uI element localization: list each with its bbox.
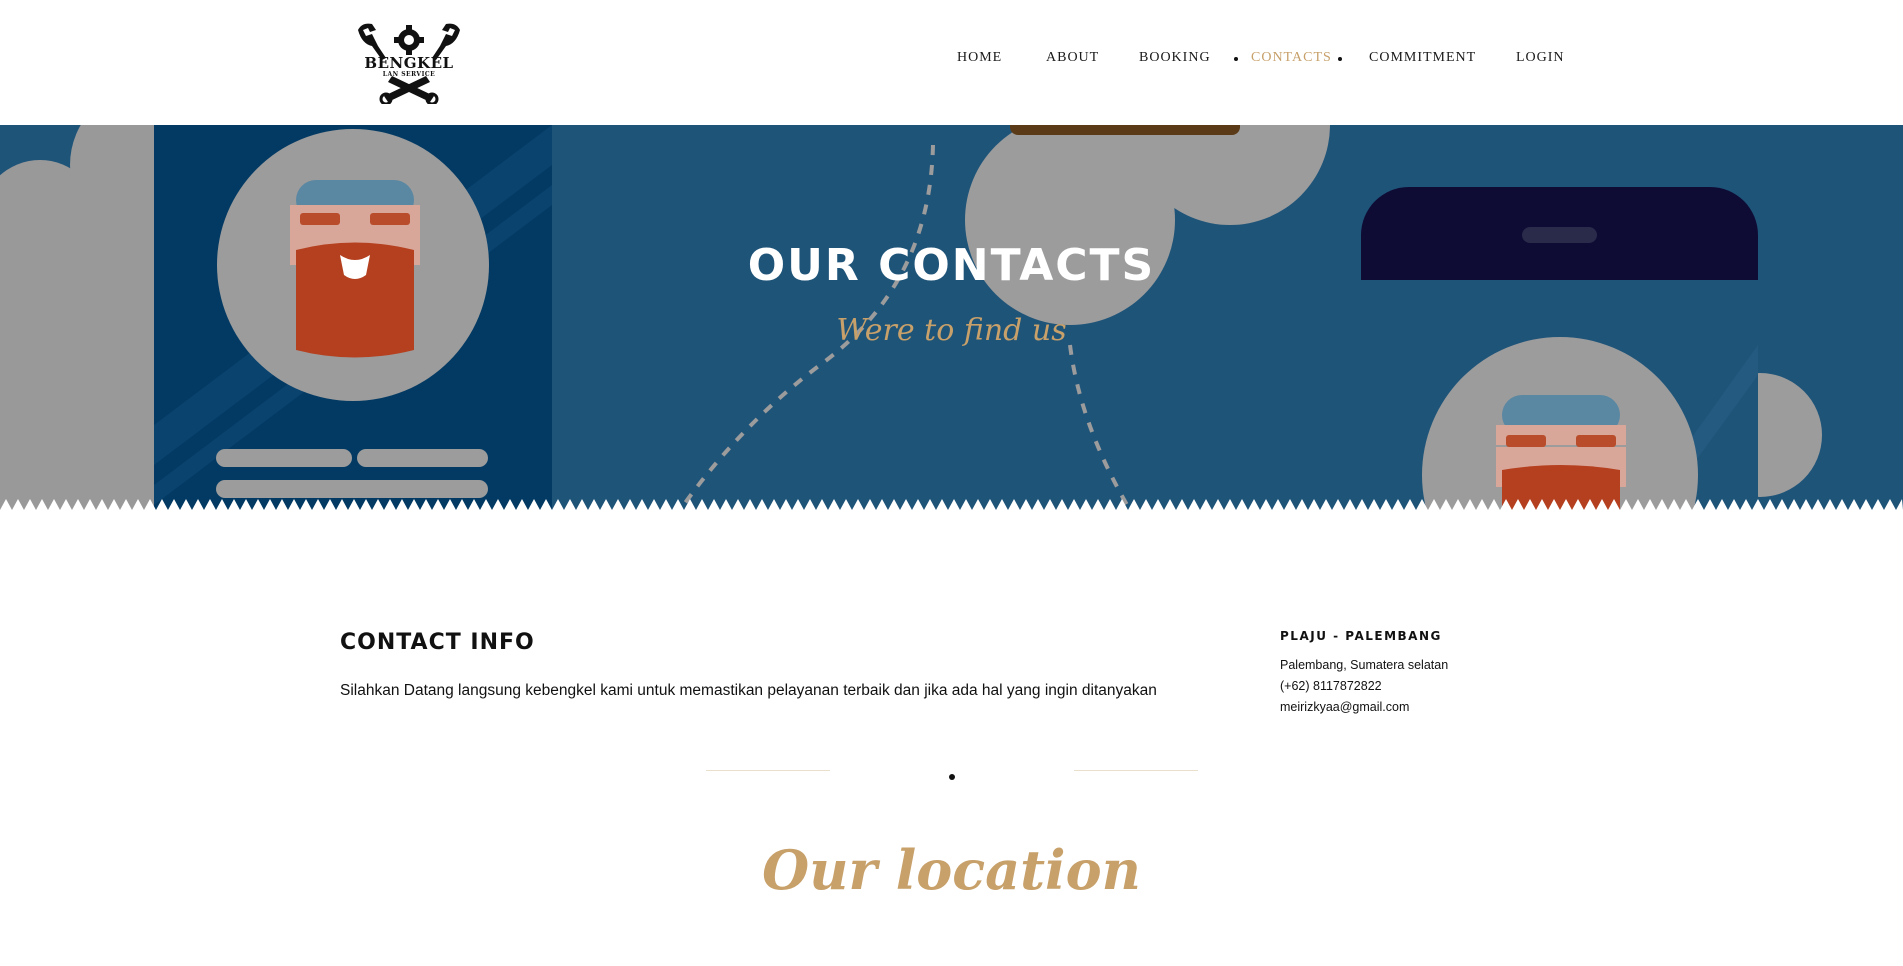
nav-login[interactable]: LOGIN bbox=[1516, 50, 1565, 66]
divider-left bbox=[706, 770, 830, 771]
divider-right bbox=[1074, 770, 1198, 771]
nav-contacts[interactable]: CONTACTS bbox=[1251, 50, 1332, 66]
nav-active-dot-right bbox=[1338, 57, 1342, 61]
mechanic-avatar-right-icon bbox=[1496, 395, 1626, 510]
nav-booking[interactable]: BOOKING bbox=[1139, 50, 1211, 66]
hero-title: OUR CONTACTS bbox=[747, 240, 1156, 291]
hero-banner: OUR CONTACTS Were to find us bbox=[0, 125, 1903, 510]
nav-about[interactable]: ABOUT bbox=[1046, 50, 1099, 66]
site-header: BENGKEL LAN SERVICE HOME ABOUT BOOKING C… bbox=[0, 0, 1903, 125]
our-location-title: Our location bbox=[762, 838, 1141, 902]
location-phone[interactable]: (+62) 8117872822 bbox=[1280, 679, 1382, 693]
nav-commitment[interactable]: COMMITMENT bbox=[1369, 50, 1476, 66]
main-nav: HOME ABOUT BOOKING CONTACTS COMMITMENT L… bbox=[0, 50, 1903, 70]
hero-subtitle: Were to find us bbox=[836, 313, 1067, 348]
location-address: Palembang, Sumatera selatan bbox=[1280, 658, 1449, 672]
location-info-title: PLAJU - PALEMBANG bbox=[1280, 629, 1442, 643]
nav-home[interactable]: HOME bbox=[957, 50, 1002, 66]
logo-sub-text: LAN SERVICE bbox=[382, 71, 436, 78]
location-email[interactable]: meirizkyaa@gmail.com bbox=[1280, 700, 1409, 714]
nav-active-dot-left bbox=[1234, 57, 1238, 61]
divider-dot bbox=[949, 774, 955, 780]
contact-info-title: CONTACT INFO bbox=[340, 630, 535, 655]
contact-info-text: Silahkan Datang langsung kebengkel kami … bbox=[340, 682, 1157, 699]
